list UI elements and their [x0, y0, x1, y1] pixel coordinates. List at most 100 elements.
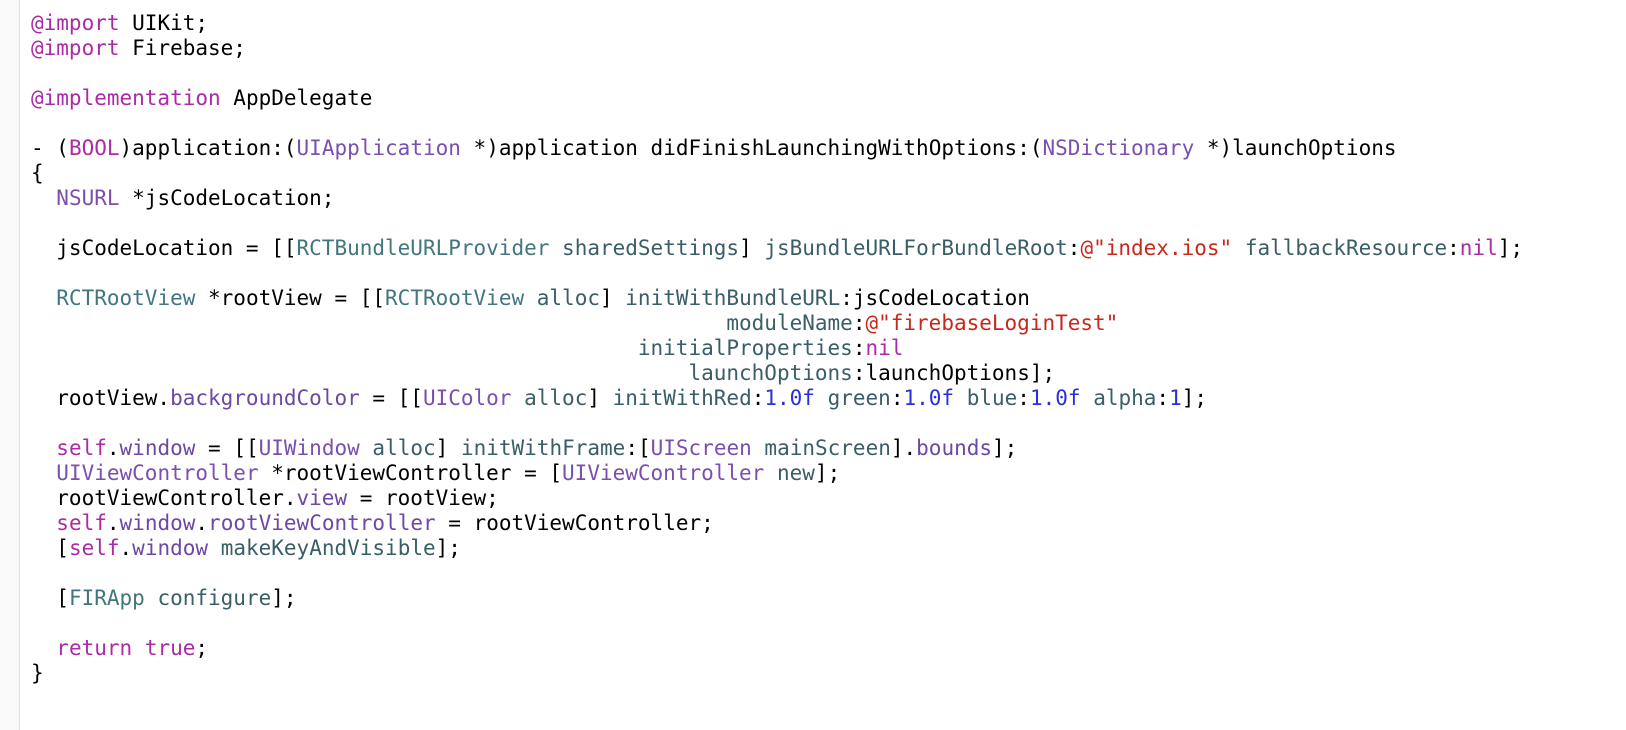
code-token-plain: :: [852, 336, 866, 360]
code-line: initialProperties:nil: [31, 336, 1626, 361]
code-token-plain: :: [1447, 236, 1460, 260]
code-token-plain: .: [195, 511, 209, 535]
code-token-keyword: @implementation: [31, 86, 221, 110]
code-token-property: window: [132, 536, 209, 560]
code-token-plain: {: [31, 161, 44, 185]
code-token-plain: ];: [814, 461, 841, 485]
code-line: self.window = [[UIWindow alloc] initWith…: [31, 436, 1626, 461]
code-token-plain: [: [31, 536, 69, 560]
code-token-plain: :jsCodeLocation: [840, 286, 1030, 310]
code-token-property: backgroundColor: [170, 386, 360, 410]
code-token-method: makeKeyAndVisible: [220, 536, 436, 560]
code-line: launchOptions:launchOptions];: [31, 361, 1626, 386]
code-token-property: rootViewController: [208, 511, 436, 535]
code-token-keyword: @import: [31, 11, 120, 35]
code-token-property: window: [119, 511, 196, 535]
code-token-projclass: RCTRootView: [385, 286, 525, 310]
code-token-plain: *)application didFinishLaunchingWithOpti…: [460, 136, 1043, 160]
code-token-number: 1.0f: [903, 386, 955, 410]
code-token-plain: Firebase;: [119, 36, 246, 60]
code-token-plain: = rootView;: [347, 486, 499, 510]
code-token-keyword: BOOL: [68, 136, 120, 160]
code-token-plain: ];: [271, 586, 297, 610]
code-token-plain: UIKit;: [119, 11, 209, 35]
code-token-plain: :: [890, 386, 904, 410]
code-line: NSURL *jsCodeLocation;: [31, 186, 1626, 211]
code-line: }: [31, 661, 1626, 686]
code-line: rootViewController.view = rootView;: [31, 486, 1626, 511]
code-token-method: green: [827, 386, 891, 410]
code-token-keyword: @import: [31, 36, 120, 60]
code-token-method: jsBundleURLForBundleRoot: [764, 236, 1068, 260]
code-token-plain: rootView.: [31, 386, 171, 410]
code-token-keyword: nil: [1459, 236, 1498, 260]
code-token-plain: ].: [890, 436, 917, 460]
code-token-plain: *rootView = [[: [195, 286, 386, 310]
code-token-plain: *jsCodeLocation;: [119, 186, 335, 210]
code-token-property: window: [119, 436, 196, 460]
code-token-plain: - (: [31, 136, 69, 160]
code-token-method: new: [776, 461, 815, 485]
code-token-method: initialProperties: [637, 336, 853, 360]
code-token-plain: [: [31, 586, 69, 610]
code-token-class: NSDictionary: [1042, 136, 1195, 160]
code-token-class: UIApplication: [296, 136, 461, 160]
code-token-class: UIScreen: [650, 436, 752, 460]
code-token-plain: ]: [587, 386, 613, 410]
code-line: self.window.rootViewController = rootVie…: [31, 511, 1626, 536]
code-line: [FIRApp configure];: [31, 586, 1626, 611]
code-line: @import Firebase;: [31, 36, 1626, 61]
code-token-plain: ;: [195, 636, 209, 660]
code-token-plain: :: [852, 311, 866, 335]
code-token-class: UIWindow: [258, 436, 360, 460]
code-token-keyword: true: [144, 636, 196, 660]
code-token-plain: .: [106, 511, 120, 535]
code-token-keyword: nil: [865, 336, 904, 360]
code-token-property: bounds: [916, 436, 993, 460]
code-token-plain: *rootViewController = [: [258, 461, 563, 485]
code-token-method: configure: [157, 586, 272, 610]
code-line: {: [31, 161, 1626, 186]
code-token-method: initWithBundleURL: [625, 286, 841, 310]
code-token-plain: ];: [992, 436, 1018, 460]
code-editor[interactable]: @import UIKit; @import Firebase; @implemen…: [31, 11, 1626, 686]
code-token-plain: rootViewController.: [31, 486, 297, 510]
code-line: rootView.backgroundColor = [[UIColor all…: [31, 386, 1626, 411]
code-token-plain: AppDelegate: [220, 86, 373, 110]
code-token-method: alpha: [1093, 386, 1157, 410]
code-token-projclass: RCTBundleURLProvider: [296, 236, 550, 260]
code-token-plain: = rootViewController;: [435, 511, 714, 535]
code-token-class: UIViewController: [56, 461, 259, 485]
code-token-class: UIViewController: [562, 461, 765, 485]
code-line: RCTRootView *rootView = [[RCTRootView al…: [31, 286, 1626, 311]
code-token-method: fallbackResource: [1244, 236, 1448, 260]
code-token-method: alloc: [524, 386, 588, 410]
code-token-number: 1: [1169, 386, 1182, 410]
code-token-number: 1.0f: [1029, 386, 1081, 410]
code-token-method: alloc: [372, 436, 436, 460]
code-token-class: UIColor: [422, 386, 512, 410]
code-token-property: view: [296, 486, 348, 510]
code-token-string: @"index.ios": [1080, 236, 1233, 260]
code-line: moduleName:@"firebaseLoginTest": [31, 311, 1626, 336]
code-token-class: NSURL: [56, 186, 120, 210]
code-line: @import UIKit;: [31, 11, 1626, 36]
code-token-plain: ];: [1181, 386, 1208, 410]
code-line: - (BOOL)application:(UIApplication *)app…: [31, 136, 1626, 161]
code-token-method: blue: [966, 386, 1018, 410]
